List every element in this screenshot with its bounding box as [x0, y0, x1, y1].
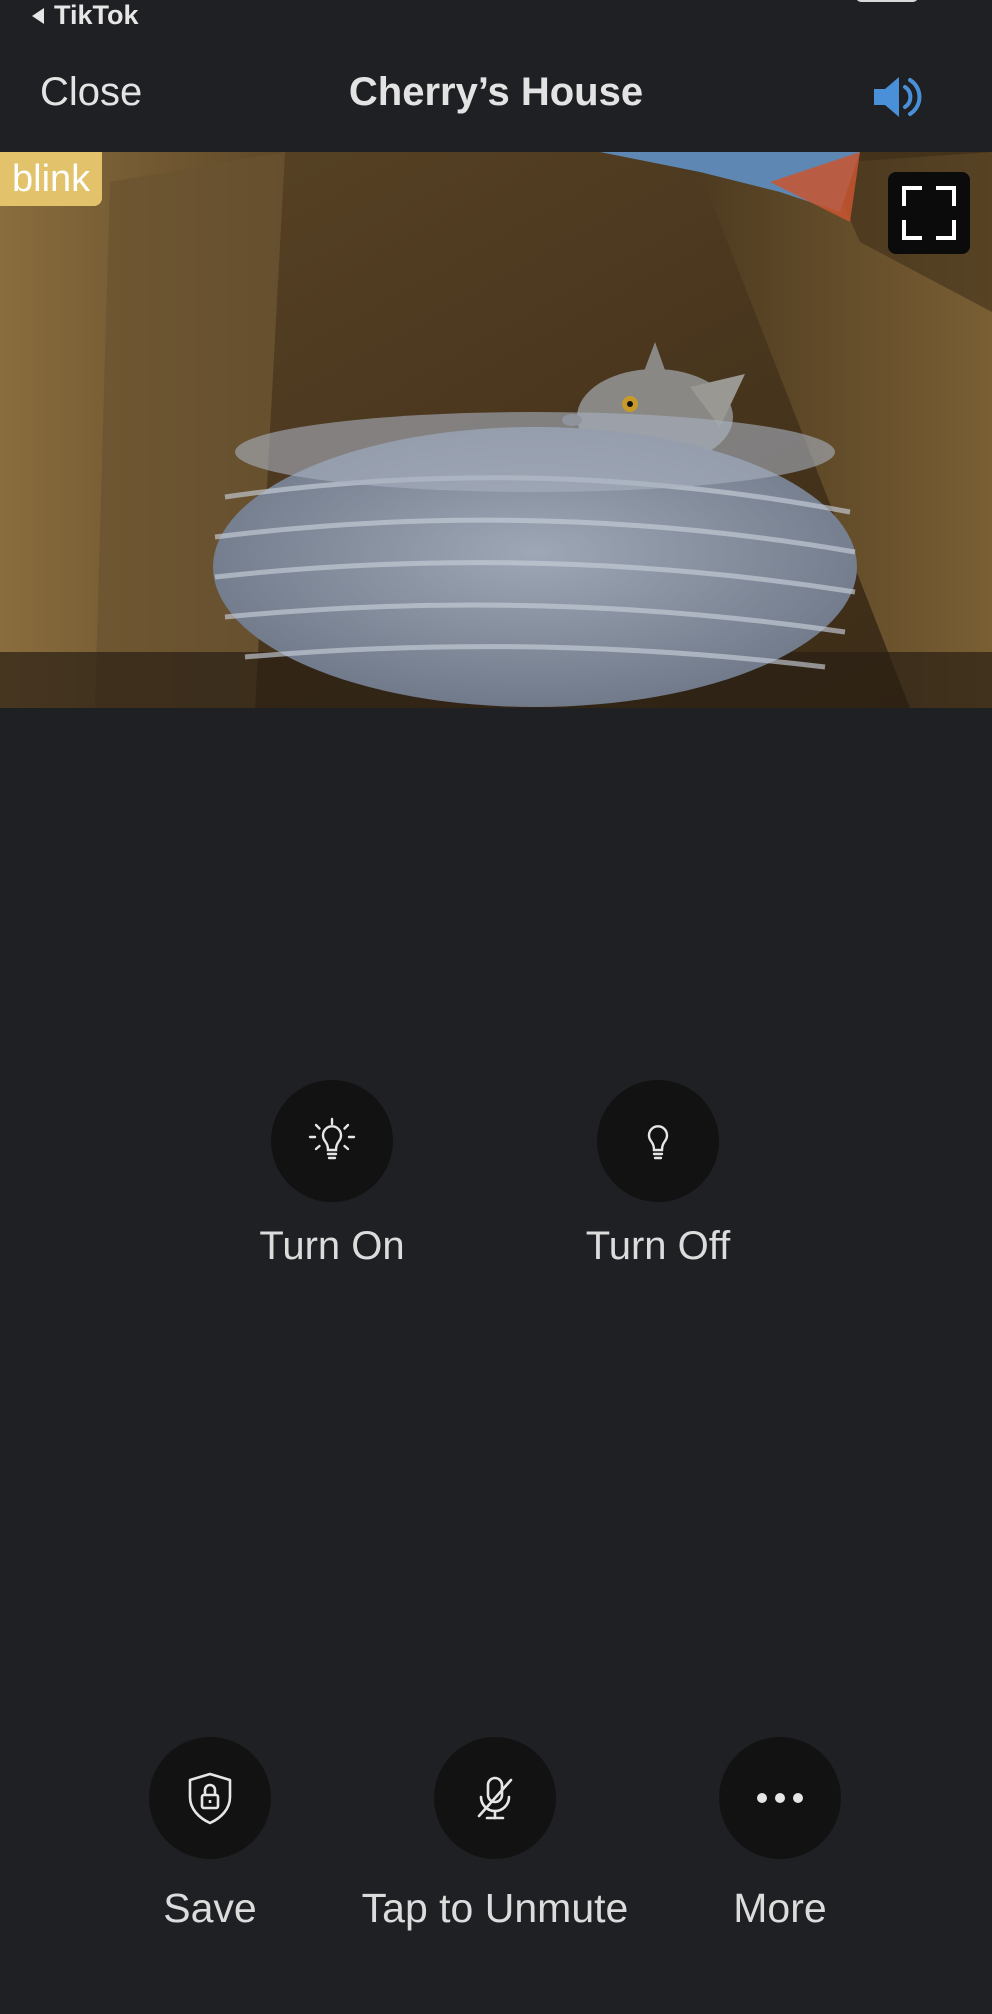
- shield-lock-icon: [188, 1772, 232, 1825]
- battery-icon: [856, 0, 918, 2]
- turn-off-label: Turn Off: [585, 1224, 731, 1268]
- more-label: More: [733, 1885, 827, 1931]
- turn-on-control: Turn On: [232, 1080, 432, 1269]
- turn-on-button[interactable]: [271, 1080, 393, 1202]
- more-control: More: [680, 1737, 880, 1932]
- mic-muted-icon: [477, 1776, 513, 1820]
- back-to-app-link[interactable]: TikTok: [32, 0, 139, 31]
- more-button[interactable]: [719, 1737, 841, 1859]
- save-button[interactable]: [149, 1737, 271, 1859]
- camera-live-view[interactable]: blink: [0, 152, 992, 708]
- unmute-control: Tap to Unmute: [345, 1737, 645, 1932]
- lightbulb-off-icon: [647, 1125, 669, 1160]
- turn-off-control: Turn Off: [558, 1080, 758, 1269]
- header: Close Cherry’s House: [0, 30, 992, 152]
- lightbulb-on-icon: [308, 1117, 356, 1160]
- back-arrow-icon: [32, 7, 44, 24]
- page-title: Cherry’s House: [348, 70, 644, 114]
- speaker-icon: [874, 77, 922, 117]
- speaker-button[interactable]: [870, 70, 926, 124]
- fullscreen-icon: [902, 186, 956, 240]
- back-app-label: TikTok: [54, 0, 139, 30]
- unmute-label: Tap to Unmute: [361, 1885, 629, 1931]
- brand-badge: blink: [0, 152, 103, 206]
- turn-off-button[interactable]: [597, 1080, 719, 1202]
- more-dots-icon: [757, 1793, 803, 1803]
- turn-on-label: Turn On: [259, 1224, 405, 1268]
- unmute-button[interactable]: [434, 1737, 556, 1859]
- save-control: Save: [110, 1737, 310, 1932]
- save-label: Save: [163, 1885, 257, 1931]
- fullscreen-button[interactable]: [888, 172, 970, 254]
- camera-feed-image: [0, 152, 992, 708]
- status-bar: TikTok: [0, 0, 992, 30]
